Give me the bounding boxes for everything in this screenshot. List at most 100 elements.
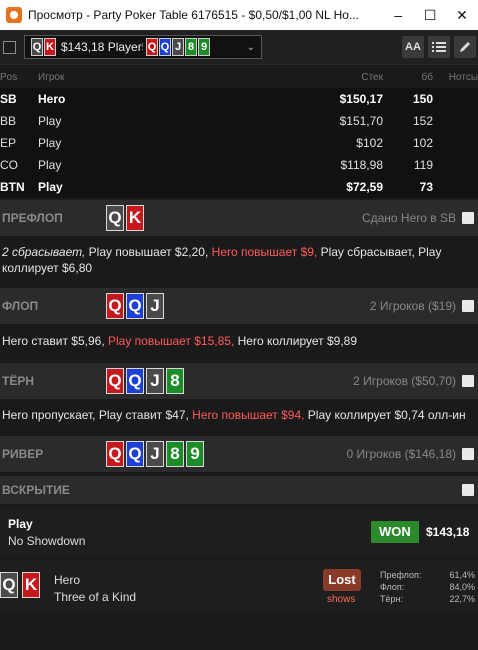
card: 8: [166, 441, 184, 467]
flop-actions: Hero ставит $5,96, Play повышает $15,85,…: [0, 333, 478, 349]
shows-label: shows: [327, 594, 356, 605]
player-pos: BTN: [0, 180, 25, 194]
card: Q: [126, 368, 144, 394]
turn-header: ТЁРН Q Q J 8 2 Игроков ($50,70): [0, 363, 478, 399]
players-table: Pos Игрок Стек бб Нотсы SB Hero $150,17 …: [0, 66, 478, 198]
player-stack: $150,17: [339, 92, 383, 106]
equity-label: Префлоп:: [380, 570, 422, 580]
player-pos: SB: [0, 92, 17, 106]
card: Q: [106, 205, 124, 231]
note-icon[interactable]: [462, 212, 474, 224]
hand-selector-dropdown[interactable]: Q K $143,18 Player5 Q Q J 8 9 ⌄: [24, 35, 262, 59]
player-name: Play: [38, 180, 63, 194]
player-bb: 73: [419, 180, 433, 194]
action-text: Hero ставит $5,96,: [2, 334, 108, 348]
app-logo-icon: [6, 7, 22, 23]
player-row[interactable]: CO Play $118,98 119: [0, 154, 478, 176]
card: Q: [106, 441, 124, 467]
card: Q: [106, 368, 124, 394]
note-icon[interactable]: [462, 448, 474, 460]
bb-header: бб: [421, 71, 433, 83]
font-size-label: AA: [405, 41, 421, 53]
winner-result: Play No Showdown WON $143,18: [0, 508, 478, 556]
hand-card: K: [44, 38, 56, 56]
equity-row: Тёрн: 22,7%: [380, 593, 475, 605]
street-name: ПРЕФЛОП: [2, 211, 63, 225]
flop-header: ФЛОП Q Q J 2 Игроков ($19): [0, 288, 478, 324]
note-icon[interactable]: [462, 484, 474, 496]
hand-amount: $143,18 Player5: [61, 40, 143, 54]
player-bb: 119: [413, 158, 433, 172]
pos-header: Pos: [0, 71, 18, 83]
window-title: Просмотр - Party Poker Table 6176515 - $…: [27, 8, 359, 22]
title-bar: Просмотр - Party Poker Table 6176515 - $…: [0, 0, 478, 30]
card: K: [22, 572, 40, 598]
card: Q: [126, 441, 144, 467]
board-card: 8: [185, 38, 197, 56]
won-amount: $143,18: [426, 525, 470, 539]
player-stack: $151,70: [339, 114, 383, 128]
pencil-icon: [460, 42, 470, 52]
street-name: ВСКРЫТИЕ: [2, 483, 70, 497]
player-pos: BB: [0, 114, 17, 128]
river-header: РИВЕР Q Q J 8 9 0 Игроков ($146,18): [0, 436, 478, 472]
player-row[interactable]: SB Hero $150,17 150: [0, 88, 478, 110]
player-row[interactable]: BB Play $151,70 152: [0, 110, 478, 132]
hero-hand: Three of a Kind: [54, 590, 137, 604]
note-icon[interactable]: [462, 375, 474, 387]
street-info: 2 Игроков ($19): [369, 299, 456, 313]
player-row[interactable]: BTN Play $72,59 73: [0, 176, 478, 198]
preflop-actions: 2 сбрасывает, Play повышает $2,20, Hero …: [0, 244, 478, 276]
action-text: Play сбрасывает, Play: [317, 245, 442, 259]
street-name: ФЛОП: [2, 299, 39, 313]
villain-action: Play повышает $15,85,: [107, 334, 235, 348]
select-checkbox[interactable]: [3, 40, 16, 54]
card: 9: [186, 441, 204, 467]
font-size-button[interactable]: AA: [402, 36, 424, 58]
edit-button[interactable]: [454, 36, 476, 58]
player-bb: 150: [412, 92, 433, 106]
minimize-button[interactable]: –: [382, 0, 414, 30]
note-icon[interactable]: [462, 300, 474, 312]
list-button[interactable]: [428, 36, 450, 58]
board-card: 9: [198, 38, 210, 56]
action-text: Play коллирует $0,74 олл-ин: [304, 408, 466, 422]
equity-value: 22,7%: [449, 594, 475, 604]
card: 8: [166, 368, 184, 394]
board-card: Q: [146, 38, 158, 56]
player-name: Play: [38, 158, 62, 172]
player-pos: EP: [0, 136, 17, 150]
showdown-header: ВСКРЫТИЕ: [0, 476, 478, 504]
street-info: 2 Игроков ($50,70): [353, 374, 456, 388]
card: K: [126, 205, 144, 231]
equity-label: Тёрн:: [380, 594, 403, 604]
street-name: ТЁРН: [2, 374, 35, 388]
notes-header: Нотсы: [448, 71, 478, 83]
street-name: РИВЕР: [2, 447, 44, 461]
player-name: Hero: [38, 92, 66, 106]
player-row[interactable]: EP Play $102 102: [0, 132, 478, 154]
player-name: Play: [38, 136, 62, 150]
board-card: J: [172, 38, 184, 56]
players-header: Pos Игрок Стек бб Нотсы: [0, 66, 478, 88]
action-text: коллирует $6,80: [2, 261, 93, 275]
card: J: [146, 441, 164, 467]
close-button[interactable]: ✕: [446, 0, 478, 30]
action-text: Hero пропускает, Play ставит $47,: [2, 408, 193, 422]
player-bb: 102: [412, 136, 433, 150]
action-text: Play повышает $2,20,: [85, 245, 212, 259]
equity-row: Флоп: 84,0%: [380, 581, 475, 593]
player-pos: CO: [0, 158, 18, 172]
hero-result: Q K Hero Three of a Kind Lost shows Преф…: [0, 560, 478, 612]
action-text: Hero коллирует $9,89: [234, 334, 357, 348]
player-name: Play: [38, 114, 62, 128]
card: J: [146, 368, 164, 394]
maximize-button[interactable]: ☐: [414, 0, 446, 30]
player-stack: $118,98: [340, 158, 384, 172]
chevron-down-icon: ⌄: [246, 41, 255, 53]
equity-value: 61,4%: [449, 570, 475, 580]
board-card: Q: [159, 38, 171, 56]
name-header: Игрок: [38, 71, 65, 83]
action-text: 2 сбрасывает,: [2, 245, 86, 259]
stack-header: Стек: [361, 71, 383, 83]
